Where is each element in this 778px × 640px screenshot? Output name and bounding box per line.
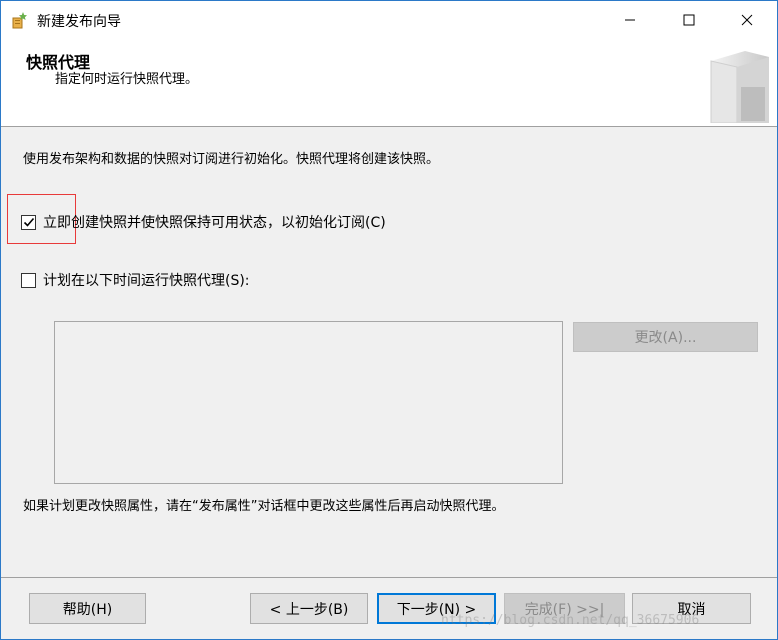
create-snapshot-option[interactable]: 立即创建快照并使快照保持可用状态，以初始化订阅(C) [21, 212, 386, 232]
checkmark-icon [23, 217, 34, 227]
back-button[interactable]: < 上一步(B) [250, 593, 368, 624]
schedule-snapshot-label: 计划在以下时间运行快照代理(S): [43, 273, 250, 289]
minimize-icon [625, 19, 635, 21]
book-graphic-icon [710, 51, 769, 123]
minimize-button[interactable] [600, 1, 660, 39]
footer-divider [1, 577, 777, 578]
maximize-icon [683, 14, 695, 26]
schedule-snapshot-checkbox[interactable] [21, 272, 36, 288]
page-subtitle: 指定何时运行快照代理。 [55, 72, 199, 87]
window-title: 新建发布向导 [37, 14, 121, 30]
close-icon [741, 14, 753, 26]
watermark-text: https://blog.csdn.net/qq_36675906 [441, 613, 700, 628]
wizard-window: 新建发布向导 快照代理 指定何时运行快照代理。 使用发布架构和数据的快照对订阅进… [0, 0, 778, 640]
change-schedule-button[interactable]: 更改(A)... [573, 322, 758, 352]
wizard-app-icon [12, 11, 30, 29]
maximize-button[interactable] [659, 1, 719, 39]
help-button[interactable]: 帮助(H) [29, 593, 146, 624]
create-snapshot-checkbox[interactable] [21, 214, 36, 230]
close-button[interactable] [717, 1, 777, 39]
note-text: 如果计划更改快照属性，请在“发布属性”对话框中更改这些属性后再启动快照代理。 [23, 499, 505, 514]
create-snapshot-label: 立即创建快照并使快照保持可用状态，以初始化订阅(C) [43, 215, 386, 231]
description-text: 使用发布架构和数据的快照对订阅进行初始化。快照代理将创建该快照。 [23, 152, 440, 167]
wizard-header: 快照代理 指定何时运行快照代理。 [1, 39, 777, 127]
schedule-display-box [54, 321, 563, 484]
schedule-snapshot-option[interactable]: 计划在以下时间运行快照代理(S): [21, 270, 250, 290]
title-bar: 新建发布向导 [1, 1, 777, 39]
